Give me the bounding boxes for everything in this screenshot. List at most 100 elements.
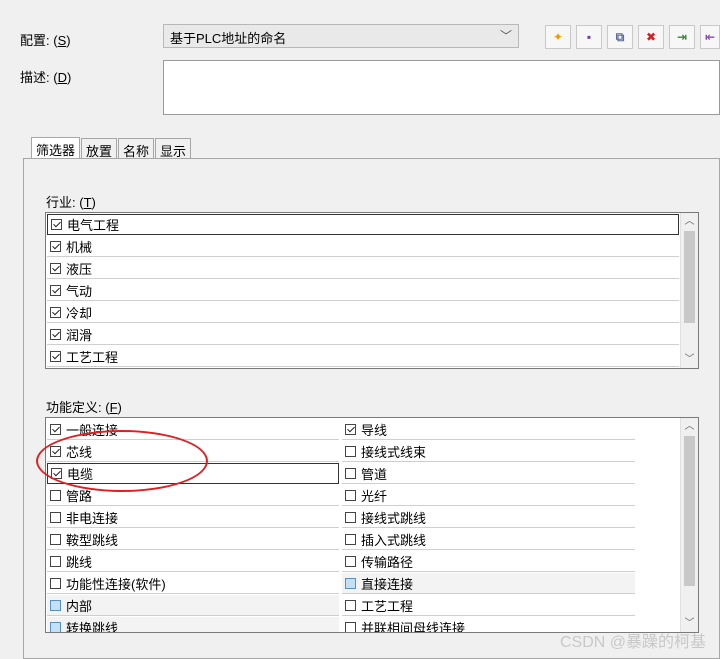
function-scrollbar[interactable]: ︿ ﹀: [680, 418, 698, 632]
list-item[interactable]: 传输路径: [342, 551, 635, 572]
copy-icon: ⧉: [615, 29, 625, 44]
description-field[interactable]: [163, 60, 720, 115]
list-item-label: 插入式跳线: [361, 532, 427, 548]
checkbox[interactable]: [345, 533, 356, 545]
checkbox[interactable]: [345, 423, 356, 435]
description-label-text: 描述:: [20, 70, 50, 85]
checkbox[interactable]: [345, 599, 356, 611]
list-item[interactable]: 机械: [47, 236, 679, 257]
import-config-button[interactable]: ⇥: [669, 25, 695, 49]
list-item-label: 气动: [66, 283, 93, 299]
list-item[interactable]: 插入式跳线: [342, 529, 635, 550]
list-item-label: 冷却: [66, 305, 93, 321]
checkbox[interactable]: [50, 328, 61, 340]
function-label-text: 功能定义:: [46, 400, 102, 415]
checkbox[interactable]: [345, 511, 356, 523]
checkbox[interactable]: [345, 577, 356, 589]
checkbox[interactable]: [345, 621, 356, 632]
list-item[interactable]: 管道: [342, 463, 635, 484]
industry-list[interactable]: 电气工程机械液压气动冷却润滑工艺工程 ︿ ﹀: [45, 212, 699, 369]
list-item[interactable]: 非电连接: [47, 507, 339, 528]
tab-filter[interactable]: 筛选器: [31, 137, 81, 159]
checkbox[interactable]: [345, 555, 356, 567]
list-item[interactable]: 冷却: [47, 302, 679, 323]
industry-scroll-thumb[interactable]: [684, 231, 695, 323]
list-item-label: 光纤: [361, 488, 388, 504]
list-item[interactable]: 电气工程: [47, 214, 679, 235]
list-item[interactable]: 转换跳线: [47, 617, 339, 633]
tab-name[interactable]: 名称: [118, 138, 155, 159]
tab-display[interactable]: 显示: [155, 138, 192, 159]
list-item[interactable]: 润滑: [47, 324, 679, 345]
checkbox[interactable]: [50, 423, 61, 435]
list-item-label: 管道: [361, 466, 388, 482]
list-item-label: 转换跳线: [66, 620, 119, 633]
list-item[interactable]: 内部: [47, 595, 339, 616]
description-mnemonic: D: [57, 70, 67, 85]
scroll-down-icon[interactable]: ﹀: [681, 351, 698, 368]
config-label-text: 配置:: [20, 33, 50, 48]
export-config-button[interactable]: ⇤: [700, 25, 720, 49]
checkbox[interactable]: [50, 240, 61, 252]
function-label: 功能定义: (F): [46, 400, 122, 415]
export-icon: ⇤: [704, 30, 716, 44]
checkbox[interactable]: [50, 511, 61, 523]
checkbox[interactable]: [50, 621, 61, 632]
delete-config-button[interactable]: ✖: [638, 25, 664, 49]
checkbox[interactable]: [50, 262, 61, 274]
function-scroll-thumb[interactable]: [684, 436, 695, 586]
checkbox[interactable]: [51, 219, 62, 230]
list-item[interactable]: 光纤: [342, 485, 635, 506]
config-mnemonic: S: [57, 33, 67, 48]
list-item[interactable]: 工艺工程: [47, 346, 679, 367]
list-item[interactable]: 接线式线束: [342, 441, 635, 462]
list-item-label: 机械: [66, 239, 93, 255]
new-config-button[interactable]: ✦: [545, 25, 571, 49]
list-item-label: 电气工程: [67, 218, 120, 233]
config-select[interactable]: 基于PLC地址的命名 ﹀: [163, 24, 519, 48]
checkbox[interactable]: [345, 445, 356, 457]
list-item[interactable]: 导线: [342, 419, 635, 440]
checkbox[interactable]: [50, 599, 61, 611]
scroll-up-icon[interactable]: ︿: [681, 213, 698, 230]
list-item[interactable]: 接线式跳线: [342, 507, 635, 528]
import-icon: ⇥: [676, 30, 688, 44]
industry-scrollbar[interactable]: ︿ ﹀: [680, 213, 698, 368]
list-item-label: 接线式跳线: [361, 510, 427, 526]
checkbox[interactable]: [50, 555, 61, 567]
scroll-up-icon[interactable]: ︿: [681, 418, 698, 435]
checkbox[interactable]: [345, 467, 356, 479]
list-item-label: 接线式线束: [361, 444, 427, 460]
checkbox[interactable]: [50, 489, 61, 501]
save-config-button[interactable]: ▪: [576, 25, 602, 49]
checkbox[interactable]: [50, 284, 61, 296]
list-item-label: 鞍型跳线: [66, 532, 119, 548]
checkbox[interactable]: [345, 489, 356, 501]
list-item[interactable]: 工艺工程: [342, 595, 635, 616]
config-select-value: 基于PLC地址的命名: [170, 31, 287, 46]
list-item[interactable]: 液压: [47, 258, 679, 279]
tab-placement[interactable]: 放置: [81, 138, 118, 159]
list-item-label: 工艺工程: [66, 349, 119, 365]
annotation-circle: [36, 430, 208, 492]
copy-config-button[interactable]: ⧉: [607, 25, 633, 49]
delete-icon: ✖: [645, 30, 657, 44]
watermark: CSDN @暴躁的柯基: [559, 634, 706, 651]
list-item-label: 润滑: [66, 327, 93, 343]
checkbox[interactable]: [50, 306, 61, 318]
list-item[interactable]: 直接连接: [342, 573, 635, 594]
tab-strip: 筛选器 放置 名称 显示: [31, 137, 192, 159]
industry-label-text: 行业:: [46, 195, 76, 210]
list-item[interactable]: 气动: [47, 280, 679, 301]
checkbox[interactable]: [50, 350, 61, 362]
industry-mnemonic: T: [83, 195, 92, 210]
list-item[interactable]: 跳线: [47, 551, 339, 572]
chevron-down-icon: ﹀: [499, 29, 512, 43]
list-item[interactable]: 鞍型跳线: [47, 529, 339, 550]
list-item[interactable]: 功能性连接(软件): [47, 573, 339, 594]
checkbox[interactable]: [50, 577, 61, 589]
list-item-label: 直接连接: [361, 576, 414, 592]
checkbox[interactable]: [50, 533, 61, 545]
description-label: 描述: (D): [20, 70, 72, 85]
new-icon: ✦: [552, 30, 564, 44]
